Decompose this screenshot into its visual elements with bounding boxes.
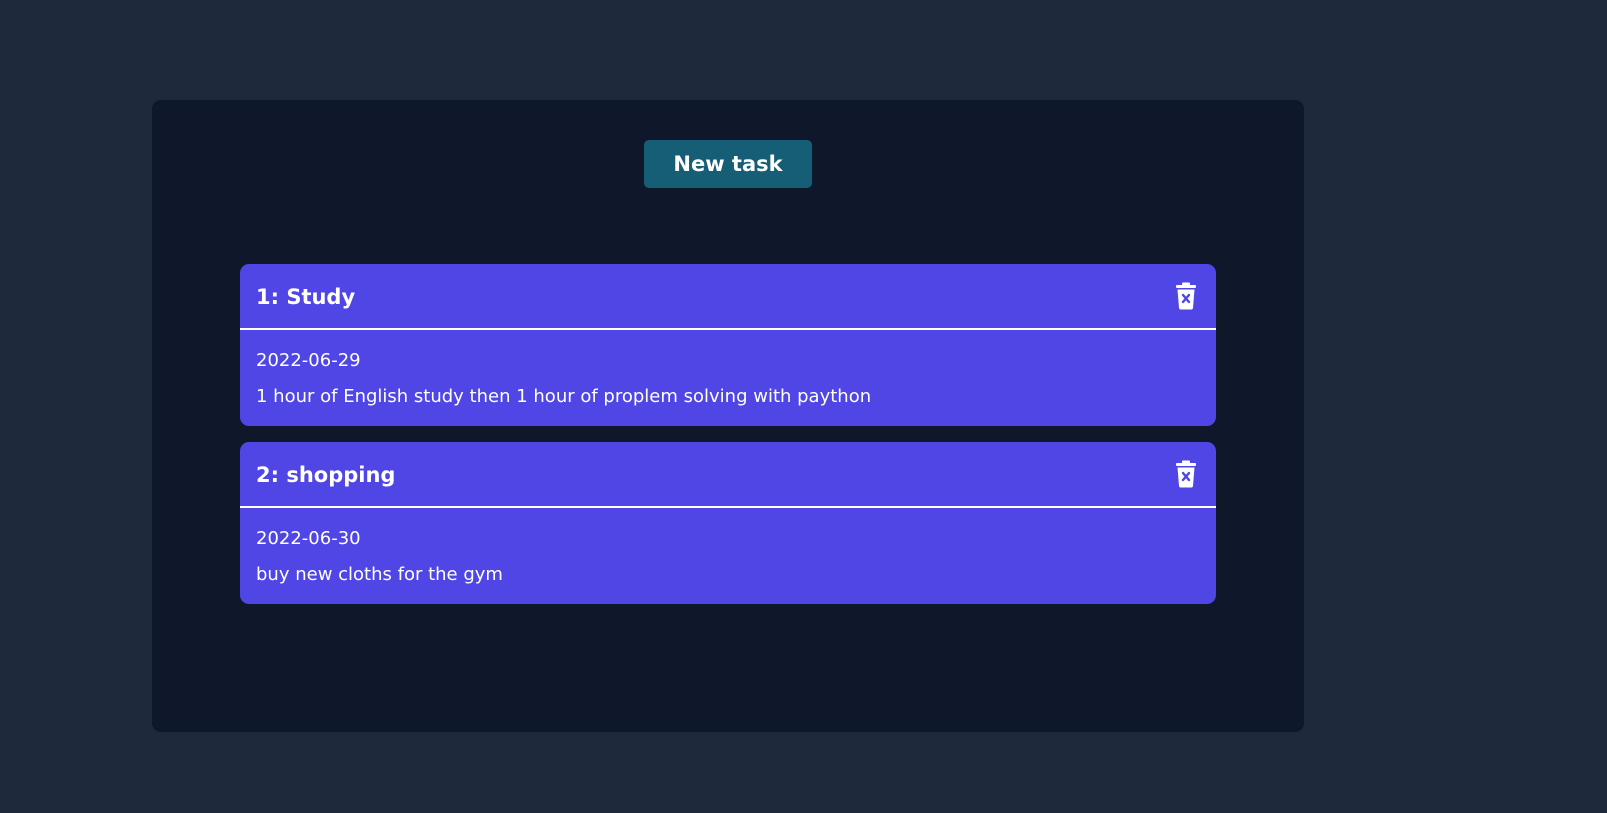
task-header: 1: Study — [240, 264, 1216, 330]
task-header: 2: shopping — [240, 442, 1216, 508]
task-date: 2022-06-29 — [256, 350, 361, 371]
task-description: buy new cloths for the gym — [256, 564, 503, 585]
task-title: 1: Study — [256, 285, 356, 309]
delete-task-button[interactable] — [1174, 460, 1198, 488]
task-card: 2: shopping 2022-06-30 buy new cloths fo… — [240, 442, 1216, 604]
task-panel: New task 1: Study 2022-06-29 1 hour of E… — [152, 100, 1304, 732]
delete-task-button[interactable] — [1174, 282, 1198, 310]
new-task-button[interactable]: New task — [644, 140, 812, 188]
task-date: 2022-06-30 — [256, 528, 361, 549]
task-title: 2: shopping — [256, 463, 396, 487]
trash-x-icon — [1176, 282, 1196, 310]
task-card: 1: Study 2022-06-29 1 hour of English st… — [240, 264, 1216, 426]
trash-x-icon — [1176, 460, 1196, 488]
task-list: 1: Study 2022-06-29 1 hour of English st… — [240, 264, 1216, 620]
task-description: 1 hour of English study then 1 hour of p… — [256, 386, 872, 407]
